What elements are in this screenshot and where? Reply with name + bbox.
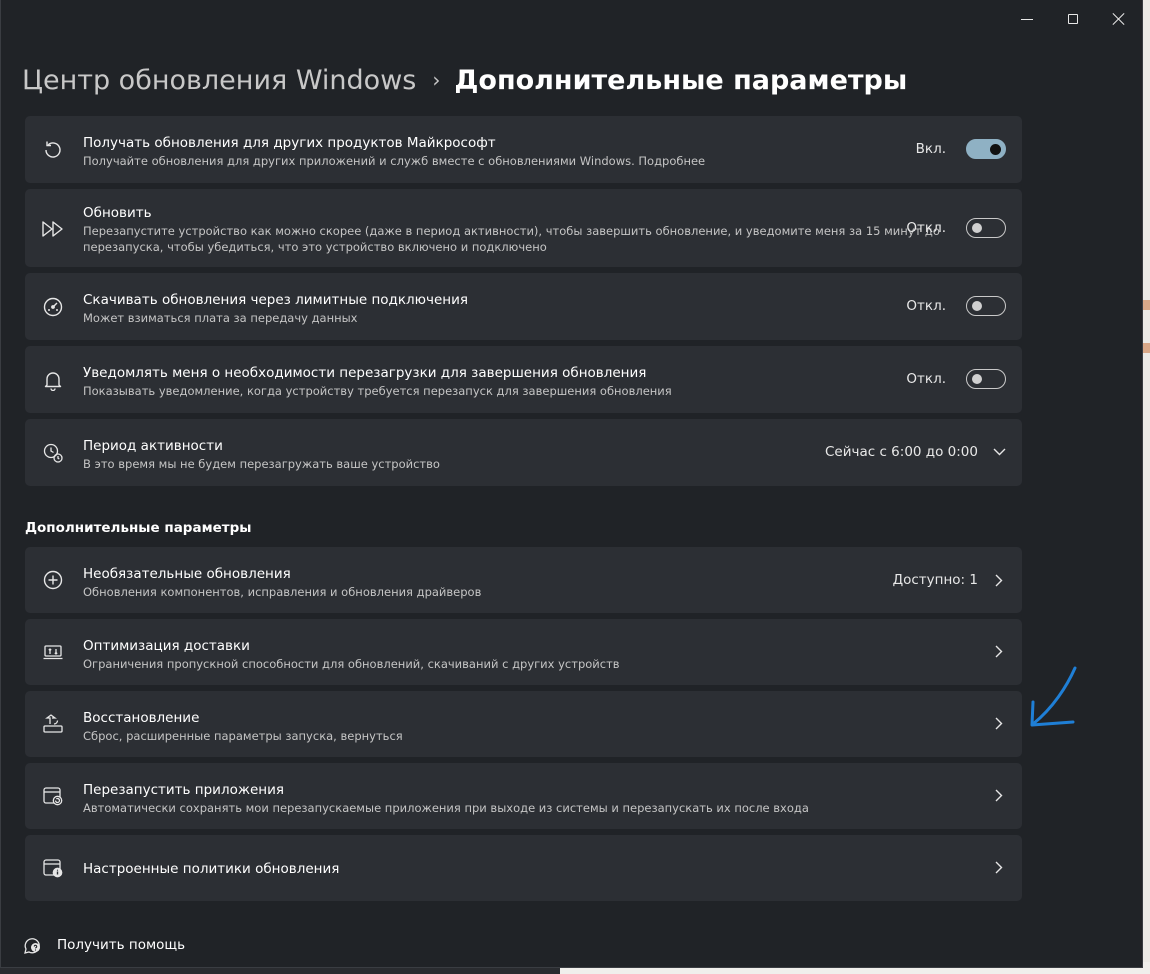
nav-item-title: Необязательные обновления bbox=[83, 566, 291, 582]
maximize-icon bbox=[1068, 14, 1078, 24]
setting-update-asap: Обновить Перезапустите устройство как мо… bbox=[25, 189, 1022, 267]
background-window-edge bbox=[1143, 0, 1150, 974]
setting-title: Скачивать обновления через лимитные подк… bbox=[83, 292, 469, 308]
section-title-additional: Дополнительные параметры bbox=[25, 520, 252, 536]
recovery-icon bbox=[41, 712, 65, 736]
refresh-icon bbox=[41, 138, 65, 162]
chevron-right-icon bbox=[992, 716, 1006, 730]
nav-recovery[interactable]: Восстановление Сброс, расширенные параме… bbox=[25, 691, 1022, 757]
close-button[interactable] bbox=[1096, 6, 1142, 32]
nav-item-description: Ограничения пропускной способности для о… bbox=[83, 657, 620, 671]
policy-icon bbox=[41, 856, 65, 880]
chevron-right-icon bbox=[992, 573, 1006, 587]
setting-active-hours[interactable]: Период активности В это время мы не буде… bbox=[25, 419, 1022, 486]
nav-item-description: Обновления компонентов, исправления и об… bbox=[83, 585, 482, 599]
toggle-update-asap[interactable] bbox=[966, 218, 1006, 238]
toggle-state-label: Откл. bbox=[906, 371, 946, 387]
nav-restart-apps[interactable]: Перезапустить приложения Автоматически с… bbox=[25, 763, 1022, 829]
setting-description-line2: перезапуска, чтобы убедиться, что это ус… bbox=[83, 240, 547, 254]
toggle-other-products[interactable] bbox=[966, 139, 1006, 159]
nav-optional-updates[interactable]: Необязательные обновления Обновления ком… bbox=[25, 547, 1022, 613]
toggle-restart-notification[interactable] bbox=[966, 369, 1006, 389]
bell-icon bbox=[41, 368, 65, 392]
toggle-state-label: Откл. bbox=[906, 298, 946, 314]
chevron-down-icon[interactable] bbox=[992, 445, 1006, 459]
toggle-state-label: Откл. bbox=[906, 220, 946, 236]
nav-delivery-optimization[interactable]: Оптимизация доставки Ограничения пропуск… bbox=[25, 619, 1022, 685]
nav-item-title: Перезапустить приложения bbox=[83, 782, 285, 798]
setting-other-products: Получать обновления для других продуктов… bbox=[25, 116, 1022, 183]
minimize-button[interactable] bbox=[1004, 6, 1050, 32]
setting-description: Показывать уведомление, когда устройству… bbox=[83, 384, 672, 398]
help-icon bbox=[23, 935, 43, 955]
delivery-optimization-icon bbox=[41, 640, 65, 664]
optional-updates-count: Доступно: 1 bbox=[892, 572, 978, 588]
nav-item-title: Восстановление bbox=[83, 710, 200, 726]
active-hours-value: Сейчас с 6:00 до 0:00 bbox=[825, 444, 978, 460]
toggle-metered-connections[interactable] bbox=[966, 296, 1006, 316]
close-icon bbox=[1113, 13, 1125, 25]
setting-metered-connections: Скачивать обновления через лимитные подк… bbox=[25, 273, 1022, 340]
gauge-icon bbox=[41, 295, 65, 319]
setting-title: Получать обновления для других продуктов… bbox=[83, 135, 496, 151]
nav-update-policies[interactable]: Настроенные политики обновления bbox=[25, 835, 1022, 901]
setting-description: Перезапустите устройство как можно скоре… bbox=[83, 224, 940, 238]
setting-description: Получайте обновления для других приложен… bbox=[83, 154, 706, 168]
breadcrumb-separator: › bbox=[432, 68, 441, 92]
annotation-arrow-icon bbox=[1030, 666, 1077, 727]
chevron-right-icon bbox=[992, 644, 1006, 658]
setting-restart-notification: Уведомлять меня о необходимости перезагр… bbox=[25, 346, 1022, 413]
minimize-icon bbox=[1021, 18, 1033, 20]
titlebar-controls bbox=[1004, 6, 1142, 32]
chevron-right-icon bbox=[992, 860, 1006, 874]
fast-forward-icon bbox=[41, 217, 65, 241]
nav-item-title: Оптимизация доставки bbox=[83, 638, 250, 654]
setting-title: Обновить bbox=[83, 205, 152, 221]
breadcrumb: Центр обновления Windows › Дополнительны… bbox=[22, 60, 907, 100]
page-title: Дополнительные параметры bbox=[454, 64, 908, 96]
breadcrumb-parent-link[interactable]: Центр обновления Windows bbox=[22, 65, 416, 96]
nav-item-description: Сброс, расширенные параметры запуска, ве… bbox=[83, 729, 403, 743]
setting-description: Может взиматься плата за передачу данных bbox=[83, 311, 358, 325]
maximize-button[interactable] bbox=[1050, 6, 1096, 32]
nav-item-description: Автоматически сохранять мои перезапускае… bbox=[83, 801, 809, 815]
restart-apps-icon bbox=[41, 784, 65, 808]
nav-item-title: Настроенные политики обновления bbox=[83, 861, 340, 877]
chevron-right-icon bbox=[992, 788, 1006, 802]
plus-circle-icon bbox=[41, 568, 65, 592]
setting-title: Период активности bbox=[83, 438, 223, 454]
setting-description: В это время мы не будем перезагружать ва… bbox=[83, 457, 440, 471]
setting-title: Уведомлять меня о необходимости перезагр… bbox=[83, 365, 647, 381]
get-help-link[interactable]: Получить помощь bbox=[23, 935, 185, 955]
toggle-state-label: Вкл. bbox=[915, 141, 946, 157]
settings-window: Центр обновления Windows › Дополнительны… bbox=[0, 0, 1143, 968]
active-hours-icon bbox=[41, 441, 65, 465]
get-help-label: Получить помощь bbox=[57, 937, 186, 953]
